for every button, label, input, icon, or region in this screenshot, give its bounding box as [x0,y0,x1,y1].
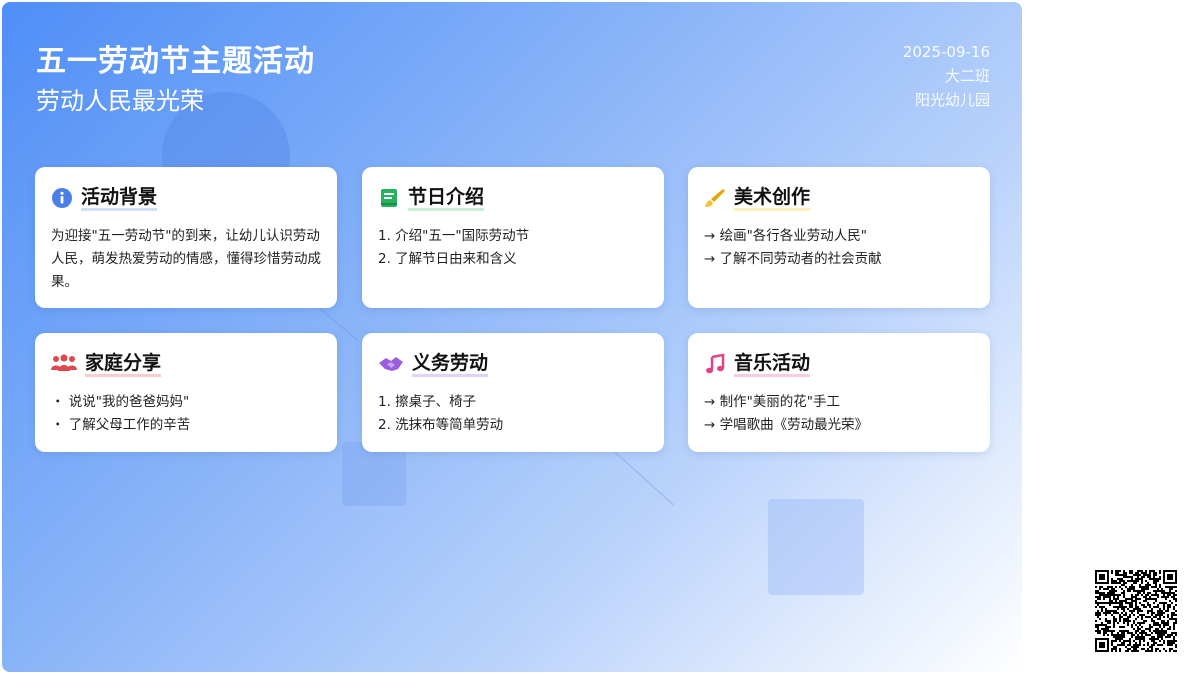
handshake-icon [378,353,404,375]
card-list: ・ 说说"我的爸爸妈妈" ・ 了解父母工作的辛苦 [51,391,321,437]
page-title: 五一劳动节主题活动 [36,44,315,79]
list-item: 1. 擦桌子、椅子 [378,394,477,410]
card-title: 节日介绍 [408,186,485,211]
card-list: 1. 介绍"五一"国际劳动节 2. 了解节日由来和含义 [378,225,648,271]
list-item: → 绘画"各行各业劳动人民" [704,228,868,244]
class-text: 大二班 [944,67,990,85]
card-activity-background: 活动背景 为迎接"五一劳动节"的到来，让幼儿认识劳动人民，萌发热爱劳动的情感，懂… [35,167,337,308]
list-item: 2. 了解节日由来和含义 [378,251,517,267]
list-item: → 学唱歌曲《劳动最光荣》 [704,417,869,433]
list-item: → 了解不同劳动者的社会贡献 [704,251,882,267]
qr-code-graphic [1095,570,1177,652]
family-icon [51,353,77,375]
card-title: 义务劳动 [412,352,489,377]
page-subtitle: 劳动人民最光荣 [36,87,204,115]
list-item: ・ 说说"我的爸爸妈妈" [51,394,190,410]
list-item: 1. 介绍"五一"国际劳动节 [378,228,530,244]
school-text: 阳光幼儿园 [914,91,990,109]
card-festival-intro: 节日介绍 1. 介绍"五一"国际劳动节 2. 了解节日由来和含义 [362,167,664,308]
decor-square [768,499,864,595]
card-header: 节日介绍 [378,185,648,211]
card-title: 家庭分享 [85,352,162,377]
card-header: 音乐活动 [704,351,974,377]
card-title: 美术创作 [734,186,811,211]
card-art-creation: 美术创作 → 绘画"各行各业劳动人民" → 了解不同劳动者的社会贡献 [688,167,990,308]
card-list: → 制作"美丽的花"手工 → 学唱歌曲《劳动最光荣》 [704,391,974,437]
card-list: → 绘画"各行各业劳动人民" → 了解不同劳动者的社会贡献 [704,225,974,271]
list-item: → 制作"美丽的花"手工 [704,394,841,410]
list-item: 2. 洗抹布等简单劳动 [378,417,504,433]
date-text: 2025-09-16 [902,43,990,61]
list-item: ・ 了解父母工作的辛苦 [51,417,191,433]
card-volunteer-labor: 义务劳动 1. 擦桌子、椅子 2. 洗抹布等简单劳动 [362,333,664,452]
card-header: 义务劳动 [378,351,648,377]
card-music-activity: 音乐活动 → 制作"美丽的花"手工 → 学唱歌曲《劳动最光荣》 [688,333,990,452]
card-header: 活动背景 [51,185,321,211]
paintbrush-icon [704,187,726,209]
card-header: 家庭分享 [51,351,321,377]
card-list: 1. 擦桌子、椅子 2. 洗抹布等简单劳动 [378,391,648,437]
card-family-sharing: 家庭分享 ・ 说说"我的爸爸妈妈" ・ 了解父母工作的辛苦 [35,333,337,452]
qr-code [1095,570,1177,652]
music-note-icon [704,353,726,375]
poster-canvas: 五一劳动节主题活动 劳动人民最光荣 2025-09-16 大二班 阳光幼儿园 活… [2,2,1022,672]
header-meta: 2025-09-16 大二班 阳光幼儿园 [903,40,990,112]
card-title: 音乐活动 [734,352,811,377]
card-title: 活动背景 [81,186,158,211]
info-icon [51,187,73,209]
card-paragraph: 为迎接"五一劳动节"的到来，让幼儿认识劳动人民，萌发热爱劳动的情感，懂得珍惜劳动… [51,228,321,290]
book-icon [378,187,400,209]
card-header: 美术创作 [704,185,974,211]
